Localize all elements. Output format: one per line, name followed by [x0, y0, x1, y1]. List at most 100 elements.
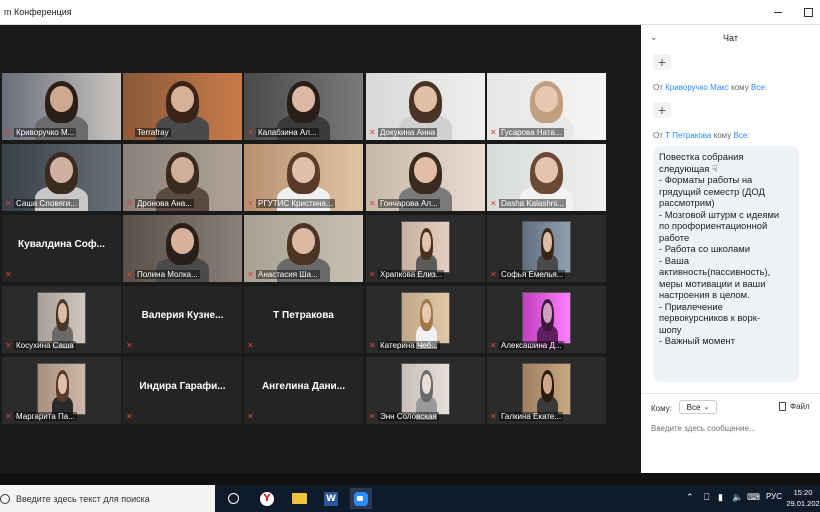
participant-label: ✕ Terrafray — [126, 127, 239, 138]
participant-label: ✕ Докукина Анна — [369, 127, 482, 138]
participant-display-name: Индира Гарафи... — [139, 381, 226, 392]
participant-display-name: Кувалдина Соф... — [18, 239, 105, 250]
chat-panel: ⌄ Чат + От Криворучко Макс кому Все: + О… — [641, 25, 820, 473]
participant-label: ✕ Энн Соловская — [369, 411, 482, 422]
participant-tile[interactable]: Валерия Кузне... ✕ — [123, 286, 242, 353]
task-view-icon[interactable] — [222, 488, 244, 509]
message-line: - Работа со школами — [659, 243, 750, 254]
mic-muted-icon: ✕ — [490, 411, 497, 421]
participant-tile[interactable]: ✕ Саша Словяги... — [2, 144, 121, 211]
participant-tile[interactable]: Ангелина Дани... ✕ — [244, 357, 363, 424]
message-line: - Ваша — [659, 254, 689, 266]
mic-muted-icon: ✕ — [247, 198, 254, 208]
minimize-icon[interactable] — [770, 4, 786, 20]
volume-icon[interactable]: 🔈 — [732, 492, 743, 503]
keyboard-icon[interactable]: ⌨ — [747, 492, 760, 503]
participant-name: РГУТИС Кристина... — [256, 199, 335, 208]
add-reaction-button[interactable]: + — [653, 54, 671, 70]
participant-tile[interactable]: ✕ Анастасия Ша... — [244, 215, 363, 282]
participant-name: Анастасия Ша... — [256, 270, 320, 279]
participant-name: Маргарита Па... — [14, 412, 77, 421]
participant-name: Галкина Екате... — [499, 412, 564, 421]
participant-label: ✕ — [247, 411, 360, 422]
language-indicator[interactable]: РУС — [766, 492, 782, 501]
message-line: следующая ☟ — [659, 162, 718, 174]
video-gallery: ✕ Криворучко М... ✕ Terrafray ✕ Калабзина Ал.… — [0, 25, 640, 473]
network-icon[interactable]: ⎕ — [704, 492, 709, 503]
yandex-browser-icon[interactable]: Y — [256, 488, 278, 509]
message-line: грядущий семестр (ДОД — [659, 185, 765, 197]
clock[interactable]: 15:20 29.01.202 — [786, 487, 820, 509]
participant-tile[interactable]: ✕ Криворучко М... — [2, 73, 121, 140]
participant-tile[interactable]: ✕ Гусарова Ната... — [487, 73, 606, 140]
participant-tile[interactable]: ✕ Косухина Саша — [2, 286, 121, 353]
to-label: кому — [713, 131, 732, 140]
participant-name: Алексашина Д... — [499, 341, 564, 350]
window-title: m Конференция — [4, 7, 72, 17]
participant-tile[interactable]: Индира Гарафи... ✕ — [123, 357, 242, 424]
participant-tile[interactable]: ✕ Полина Молка... — [123, 215, 242, 282]
from-label: От — [653, 131, 663, 140]
mic-muted-icon: ✕ — [490, 198, 497, 208]
taskbar-search[interactable]: Введите здесь текст для поиска — [0, 485, 215, 512]
participant-tile[interactable]: ✕ Terrafray — [123, 73, 242, 140]
participant-name: Косухина Саша — [14, 341, 76, 350]
participant-tile[interactable]: ✕ Софья Емелья... — [487, 215, 606, 282]
participant-tile[interactable]: ✕ Галкина Екате... — [487, 357, 606, 424]
participant-tile[interactable]: ✕ Алексашина Д... — [487, 286, 606, 353]
recipient-select[interactable]: Все ⌄ — [679, 400, 717, 414]
chat-message-bubble[interactable]: Повестка собрания следующая ☟ - Форматы ра… — [653, 146, 799, 382]
mic-muted-icon: ✕ — [490, 269, 497, 279]
file-label: Файл — [790, 402, 810, 411]
participant-label: ✕ Дронова Ана... — [126, 198, 239, 209]
message-line: работе — [659, 231, 690, 243]
sender-name[interactable]: Т Петракова — [665, 131, 711, 140]
chevron-up-icon[interactable]: ⌃ — [686, 492, 694, 503]
title-bar: m Конференция — [0, 0, 820, 25]
word-icon[interactable]: W — [320, 488, 342, 509]
file-explorer-icon[interactable] — [288, 488, 310, 509]
message-line: - Привлечение — [659, 300, 723, 312]
mic-muted-icon: ✕ — [247, 127, 254, 137]
message-line: Повестка собрания — [659, 151, 744, 162]
participant-name: Дронова Ана... — [135, 199, 194, 208]
to-label: кому — [731, 83, 749, 92]
participant-tile[interactable]: ✕ Дронова Ана... — [123, 144, 242, 211]
mic-muted-icon: ✕ — [369, 411, 376, 421]
mic-muted-icon: ✕ — [490, 127, 497, 137]
recipient-name[interactable]: Все: — [751, 83, 767, 92]
recipient-value: Все — [686, 402, 701, 412]
participant-label: ✕ — [247, 340, 360, 351]
message-line: по профориентационной — [659, 220, 768, 231]
participant-tile[interactable]: ✕ Калабзина Ал... — [244, 73, 363, 140]
participant-tile[interactable]: ✕ Маргарита Па... — [2, 357, 121, 424]
participant-tile[interactable]: ✕ Гончарова Ал... — [366, 144, 485, 211]
participant-tile[interactable]: ✕ РГУТИС Кристина... — [244, 144, 363, 211]
participant-label: ✕ Софья Емелья... — [490, 269, 603, 280]
add-reaction-button[interactable]: + — [653, 102, 671, 118]
maximize-icon[interactable] — [800, 4, 816, 20]
participant-name: Катерина Чеб... — [378, 341, 440, 350]
participant-tile[interactable]: ✕ Храпкова Елиз... — [366, 215, 485, 282]
participant-tile[interactable]: ✕ Катерина Чеб... — [366, 286, 485, 353]
message-line: первокурсников к ворк- — [659, 312, 760, 323]
mic-muted-icon: ✕ — [247, 269, 254, 279]
recipient-name[interactable]: Все: — [734, 131, 750, 140]
sender-name[interactable]: Криворучко Макс — [665, 83, 729, 92]
participant-name: Гусарова Ната... — [499, 128, 564, 137]
message-line: - Важный момент — [659, 335, 736, 346]
participant-name: Храпкова Елиз... — [378, 270, 445, 279]
participant-tile[interactable]: ✕ Dasha Kalashni... — [487, 144, 606, 211]
zoom-icon[interactable] — [350, 488, 372, 509]
message-line: настроения в целом. — [659, 289, 750, 300]
participant-tile[interactable]: Кувалдина Соф... ✕ — [2, 215, 121, 282]
participant-label: ✕ Гусарова Ната... — [490, 127, 603, 138]
participant-tile[interactable]: ✕ Докукина Анна — [366, 73, 485, 140]
chat-message-input[interactable] — [651, 421, 811, 435]
file-button[interactable]: Файл — [779, 402, 810, 411]
message-line: меры мотивации и ваши — [659, 277, 766, 289]
participant-tile[interactable]: ✕ Энн Соловская — [366, 357, 485, 424]
battery-icon[interactable]: ▮ — [718, 492, 723, 503]
participant-tile[interactable]: Т Петракова ✕ — [244, 286, 363, 353]
message-line: активность(пассивность), — [659, 266, 771, 277]
